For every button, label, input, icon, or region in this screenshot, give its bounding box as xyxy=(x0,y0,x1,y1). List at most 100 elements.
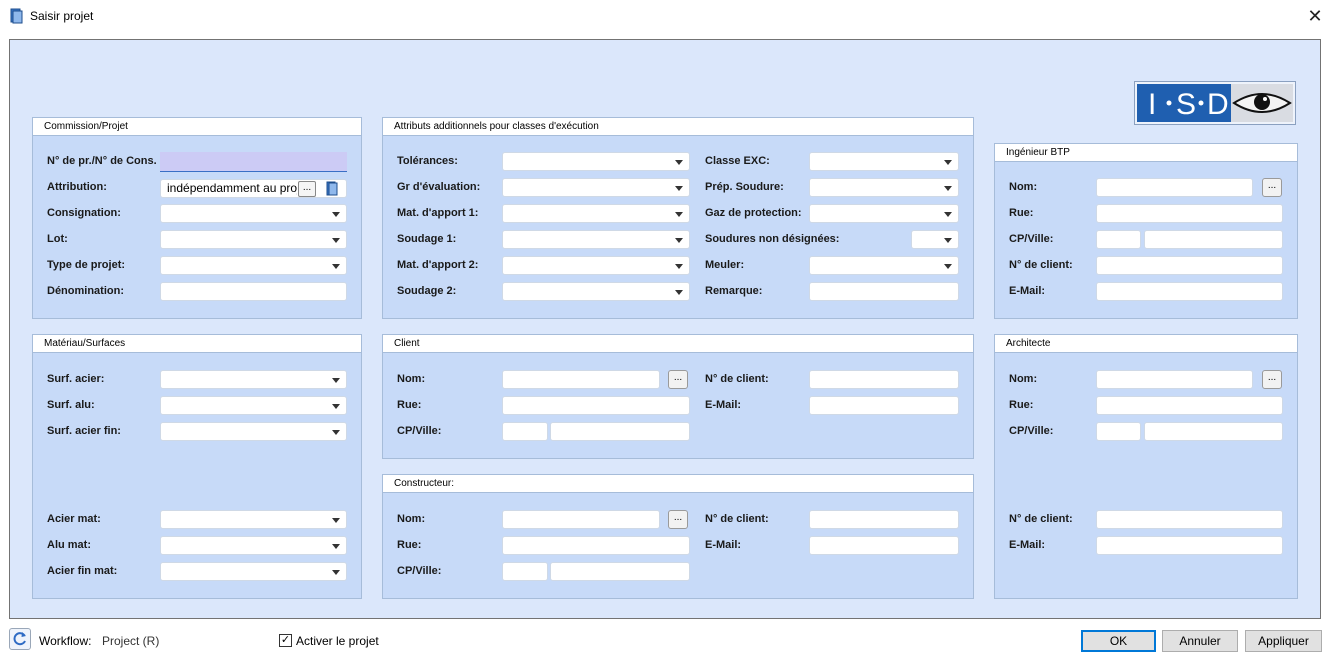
ingenieur-rue-field[interactable] xyxy=(1096,204,1283,223)
denomination-field[interactable] xyxy=(160,282,347,301)
acier-mat-combo[interactable] xyxy=(160,510,347,529)
ingenieur-browse-button[interactable]: ... xyxy=(1262,178,1282,197)
acier-fin-mat-combo[interactable] xyxy=(160,562,347,581)
activate-project-label[interactable]: Activer le projet xyxy=(296,634,379,648)
architecte-cp-field[interactable] xyxy=(1096,422,1141,441)
logo-letter-s: S xyxy=(1176,88,1196,121)
meuler-combo[interactable] xyxy=(809,256,959,275)
prep-soudure-label: Prép. Soudure: xyxy=(705,181,784,193)
architecte-ville-field[interactable] xyxy=(1144,422,1283,441)
architecte-cpville-label: CP/Ville: xyxy=(1009,425,1054,437)
ingenieur-client-field[interactable] xyxy=(1096,256,1283,275)
architecte-email-label: E-Mail: xyxy=(1009,539,1046,551)
architecte-browse-button[interactable]: ... xyxy=(1262,370,1282,389)
soudage-2-combo[interactable] xyxy=(502,282,690,301)
soudage-1-combo[interactable] xyxy=(502,230,690,249)
window-title: Saisir projet xyxy=(30,9,94,23)
remarque-field[interactable] xyxy=(809,282,959,301)
ingenieur-ville-field[interactable] xyxy=(1144,230,1283,249)
client-cpville-label: CP/Ville: xyxy=(397,425,442,437)
isd-logo: I S D xyxy=(1134,81,1296,125)
attribution-field[interactable]: indépendamment au projet ... xyxy=(160,179,347,198)
surf-acier-fin-label: Surf. acier fin: xyxy=(47,425,121,437)
client-nom-field[interactable] xyxy=(502,370,660,389)
architecte-email-field[interactable] xyxy=(1096,536,1283,555)
tolerances-label: Tolérances: xyxy=(397,155,458,167)
soudures-non-designees-combo[interactable] xyxy=(911,230,959,249)
apply-button[interactable]: Appliquer xyxy=(1245,630,1322,652)
ok-button[interactable]: OK xyxy=(1081,630,1156,652)
prep-soudure-combo[interactable] xyxy=(809,178,959,197)
workflow-refresh-button[interactable] xyxy=(9,628,31,650)
lot-combo[interactable] xyxy=(160,230,347,249)
architecte-rue-field[interactable] xyxy=(1096,396,1283,415)
constructeur-cpville-label: CP/Ville: xyxy=(397,565,442,577)
constructeur-browse-button[interactable]: ... xyxy=(668,510,688,529)
client-numero-field[interactable] xyxy=(809,370,959,389)
constructeur-cp-field[interactable] xyxy=(502,562,548,581)
consignation-combo[interactable] xyxy=(160,204,347,223)
surf-acier-fin-combo[interactable] xyxy=(160,422,347,441)
type-projet-label: Type de projet: xyxy=(47,259,126,271)
ingenieur-nom-label: Nom: xyxy=(1009,181,1038,193)
client-email-label: E-Mail: xyxy=(705,399,742,411)
ingenieur-email-field[interactable] xyxy=(1096,282,1283,301)
mat-apport-1-label: Mat. d'apport 1: xyxy=(397,207,479,219)
client-browse-button[interactable]: ... xyxy=(668,370,688,389)
gaz-protection-label: Gaz de protection: xyxy=(705,207,802,219)
client-cp-field[interactable] xyxy=(502,422,548,441)
mat-apport-1-combo[interactable] xyxy=(502,204,690,223)
commission-panel-title: Commission/Projet xyxy=(33,118,361,136)
attribution-label: Attribution: xyxy=(47,181,107,193)
architecte-client-label: N° de client: xyxy=(1009,513,1073,525)
architecte-nom-label: Nom: xyxy=(1009,373,1038,385)
ingenieur-cp-field[interactable] xyxy=(1096,230,1141,249)
architecte-nom-field[interactable] xyxy=(1096,370,1253,389)
constructeur-ville-field[interactable] xyxy=(550,562,690,581)
constructeur-rue-field[interactable] xyxy=(502,536,690,555)
constructeur-email-field[interactable] xyxy=(809,536,959,555)
constructeur-nom-field[interactable] xyxy=(502,510,660,529)
gaz-protection-combo[interactable] xyxy=(809,204,959,223)
architecte-rue-label: Rue: xyxy=(1009,399,1034,411)
gr-evaluation-label: Gr d'évaluation: xyxy=(397,181,481,193)
soudage-2-label: Soudage 2: xyxy=(397,285,457,297)
consignation-label: Consignation: xyxy=(47,207,121,219)
ingenieur-nom-field[interactable] xyxy=(1096,178,1253,197)
soudures-non-designees-label: Soudures non désignées: xyxy=(705,233,840,245)
constructeur-numero-field[interactable] xyxy=(809,510,959,529)
cancel-button[interactable]: Annuler xyxy=(1162,630,1238,652)
tolerances-combo[interactable] xyxy=(502,152,690,171)
attribution-browse-button[interactable]: ... xyxy=(298,181,316,197)
mat-apport-2-combo[interactable] xyxy=(502,256,690,275)
workflow-label: Workflow: xyxy=(39,634,92,648)
classe-exc-combo[interactable] xyxy=(809,152,959,171)
client-email-field[interactable] xyxy=(809,396,959,415)
surf-alu-combo[interactable] xyxy=(160,396,347,415)
ingenieur-email-label: E-Mail: xyxy=(1009,285,1046,297)
meuler-label: Meuler: xyxy=(705,259,745,271)
surf-acier-combo[interactable] xyxy=(160,370,347,389)
title-bar: Saisir projet ✕ xyxy=(0,0,1331,32)
client-panel-title: Client xyxy=(383,335,973,353)
constructeur-email-label: E-Mail: xyxy=(705,539,742,551)
pr-number-field[interactable] xyxy=(160,152,347,172)
attributs-panel-title: Attributs additionnels pour classes d'ex… xyxy=(383,118,973,136)
activate-project-checkbox[interactable]: ✓ xyxy=(279,634,292,647)
constructeur-panel-title: Constructeur: xyxy=(383,475,973,493)
type-projet-combo[interactable] xyxy=(160,256,347,275)
gr-evaluation-combo[interactable] xyxy=(502,178,690,197)
materiau-panel-title: Matériau/Surfaces xyxy=(33,335,361,353)
architecte-panel-title: Architecte xyxy=(995,335,1297,353)
workflow-value: Project (R) xyxy=(102,634,160,648)
client-ville-field[interactable] xyxy=(550,422,690,441)
soudage-1-label: Soudage 1: xyxy=(397,233,457,245)
client-rue-field[interactable] xyxy=(502,396,690,415)
alu-mat-combo[interactable] xyxy=(160,536,347,555)
close-button[interactable]: ✕ xyxy=(1304,5,1326,27)
architecte-client-field[interactable] xyxy=(1096,510,1283,529)
lot-label: Lot: xyxy=(47,233,68,245)
book-icon[interactable] xyxy=(326,181,338,196)
acier-mat-label: Acier mat: xyxy=(47,513,101,525)
ingenieur-panel-title: Ingénieur BTP xyxy=(995,144,1297,162)
